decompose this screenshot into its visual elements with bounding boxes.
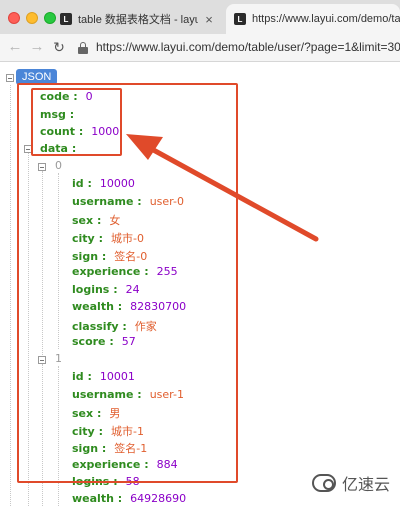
layui-favicon-icon: L — [234, 13, 246, 25]
tree-guide-line — [10, 85, 11, 506]
address-bar[interactable]: https://www.layui.com/demo/table/user/?p… — [96, 40, 400, 54]
tab-json-url[interactable]: L https://www.layui.com/demo/ta — [226, 4, 400, 34]
address-toolbar: ← → ↻ https://www.layui.com/demo/table/u… — [0, 34, 400, 62]
collapse-root-icon[interactable] — [6, 74, 14, 82]
tab-title: https://www.layui.com/demo/ta — [252, 13, 400, 25]
close-window-button[interactable] — [8, 12, 20, 24]
close-icon[interactable]: × — [202, 12, 216, 27]
back-arrow-icon[interactable]: ← — [6, 38, 24, 56]
forward-arrow-icon[interactable]: → — [28, 38, 46, 56]
watermark-text: 亿速云 — [342, 475, 391, 494]
layui-favicon-icon: L — [60, 13, 72, 25]
tab-bar: L table 数据表格文档 - layui × L https://www.l… — [0, 0, 400, 34]
lock-icon — [78, 42, 88, 54]
tab-title: table 数据表格文档 - layui — [78, 14, 198, 26]
annotation-box-summary — [31, 88, 122, 156]
reload-icon[interactable]: ↻ — [50, 38, 68, 56]
yisu-logo-icon — [312, 474, 336, 492]
minimize-window-button[interactable] — [26, 12, 38, 24]
json-field-wealth: wealth :64928690 — [72, 492, 187, 505]
watermark: 亿速云 — [302, 460, 400, 506]
tab-layui-docs[interactable]: L table 数据表格文档 - layui × — [52, 4, 222, 34]
